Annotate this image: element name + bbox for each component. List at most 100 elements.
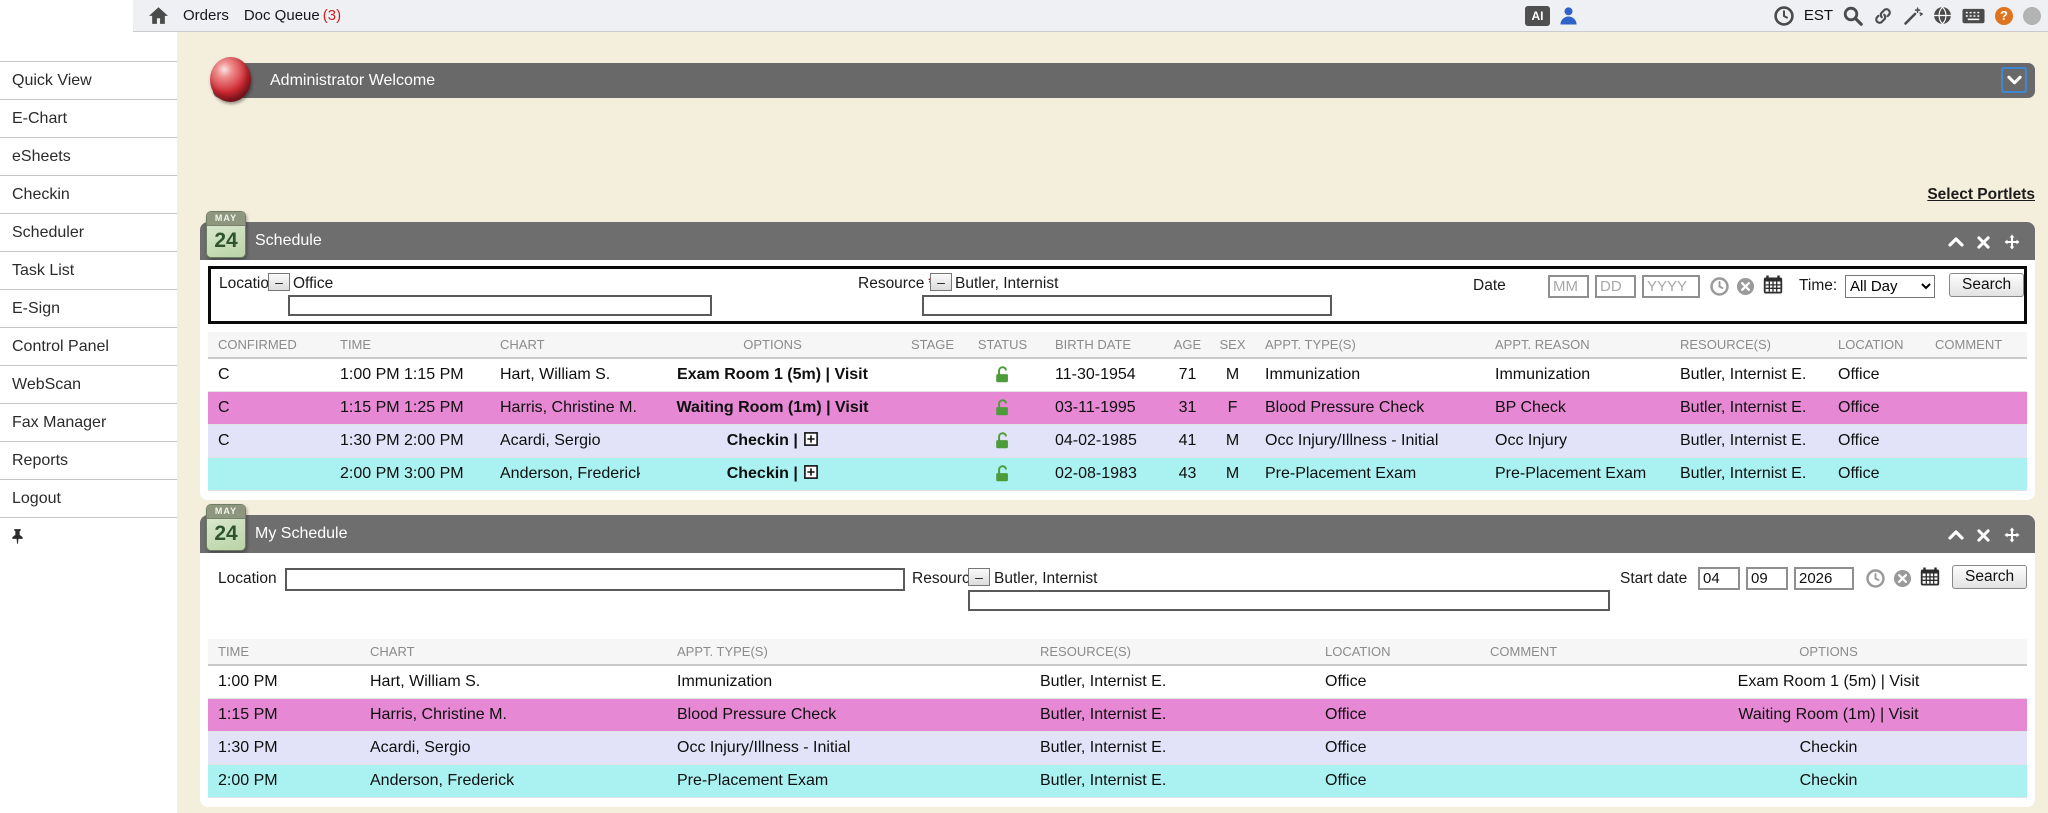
resource-collapse-button[interactable]: –: [968, 568, 990, 586]
cell-birth-date: 11-30-1954: [1045, 358, 1165, 391]
appointment-row[interactable]: 2:00 PM 3:00 PMAnderson, FrederickChecki…: [208, 457, 2027, 490]
options-link[interactable]: Exam Room 1 (5m) | Visit: [1738, 673, 1920, 690]
options-link[interactable]: Checkin: [1800, 772, 1858, 789]
close-icon[interactable]: [1977, 529, 1990, 542]
sidebar-item-reports[interactable]: Reports: [0, 441, 177, 479]
sidebar-item-fax-manager[interactable]: Fax Manager: [0, 403, 177, 441]
collapse-icon[interactable]: [1948, 237, 1964, 247]
pin-sidebar-button[interactable]: [0, 517, 177, 555]
column-header-comment: COMMENT: [1925, 332, 2027, 358]
sidebar-item-task-list[interactable]: Task List: [0, 251, 177, 289]
add-appointment-icon[interactable]: [804, 465, 818, 479]
welcome-banner: Administrator Welcome: [213, 63, 2035, 98]
time-picker-clock-icon[interactable]: [1866, 569, 1885, 588]
start-date-day-input[interactable]: [1746, 567, 1788, 590]
date-month-input[interactable]: [1548, 275, 1589, 298]
resource-input[interactable]: [922, 295, 1332, 316]
schedule-search-button[interactable]: Search: [1949, 273, 2024, 297]
calendar-picker-icon[interactable]: [1763, 275, 1783, 295]
resource-input[interactable]: [968, 590, 1610, 611]
sidebar-item-webscan[interactable]: WebScan: [0, 365, 177, 403]
cell-sex: F: [1210, 391, 1255, 424]
cell-appt-reason: Pre-Placement Exam: [1485, 457, 1670, 490]
unlock-icon: [994, 398, 1011, 417]
cell-time: 1:00 PM 1:15 PM: [330, 358, 490, 391]
sidebar-item-scheduler[interactable]: Scheduler: [0, 213, 177, 251]
sidebar-item-e-sign[interactable]: E-Sign: [0, 289, 177, 327]
location-input[interactable]: [288, 295, 712, 316]
cell-options: Exam Room 1 (5m) | Visit: [1630, 665, 2027, 698]
options-link[interactable]: Exam Room 1 (5m) | Visit: [677, 366, 868, 383]
clear-date-icon[interactable]: [1736, 277, 1755, 296]
location-input[interactable]: [285, 568, 905, 591]
cell-sex: M: [1210, 424, 1255, 457]
select-portlets-link[interactable]: Select Portlets: [1927, 186, 2035, 204]
clear-date-icon[interactable]: [1893, 569, 1912, 588]
schedule-portlet: MAY 24 Schedule Location – Office Resour…: [200, 222, 2035, 500]
person-icon[interactable]: [1559, 6, 1578, 25]
cell-time: 1:15 PM 1:25 PM: [330, 391, 490, 424]
calendar-date-icon: MAY 24: [206, 504, 246, 551]
sidebar-item-control-panel[interactable]: Control Panel: [0, 327, 177, 365]
wand-icon[interactable]: [1903, 6, 1923, 26]
clock-icon[interactable]: [1774, 6, 1794, 26]
appointment-row[interactable]: C1:15 PM 1:25 PMHarris, Christine M.Wait…: [208, 391, 2027, 424]
ai-assistant-button[interactable]: AI: [1525, 6, 1550, 26]
link-icon[interactable]: [1873, 6, 1893, 26]
move-icon[interactable]: [2003, 526, 2021, 544]
resource-collapse-button[interactable]: –: [930, 273, 952, 291]
cell-comment: [1925, 358, 2027, 391]
appointment-row[interactable]: 1:30 PMAcardi, SergioOcc Injury/Illness …: [208, 731, 2027, 764]
keyboard-icon[interactable]: [1962, 8, 1985, 24]
date-day-input[interactable]: [1595, 275, 1636, 298]
profile-circle-icon[interactable]: [2023, 7, 2041, 25]
close-icon[interactable]: [1977, 236, 1990, 249]
my-schedule-search-button[interactable]: Search: [1952, 565, 2027, 589]
cell-resources: Butler, Internist E.: [1670, 391, 1828, 424]
cell-chart: Anderson, Frederick: [490, 457, 640, 490]
start-date-month-input[interactable]: [1698, 567, 1740, 590]
appointment-row[interactable]: C1:00 PM 1:15 PMHart, William S.Exam Roo…: [208, 358, 2027, 391]
cell-birth-date: 03-11-1995: [1045, 391, 1165, 424]
sidebar-item-esheets[interactable]: eSheets: [0, 137, 177, 175]
sidebar-item-logout[interactable]: Logout: [0, 479, 177, 517]
appointment-row[interactable]: C1:30 PM 2:00 PMAcardi, SergioCheckin | …: [208, 424, 2027, 457]
welcome-collapse-button[interactable]: [2001, 67, 2027, 93]
options-link[interactable]: Checkin: [727, 465, 789, 482]
sidebar-item-quick-view[interactable]: Quick View: [0, 61, 177, 99]
cell-location: Office: [1315, 665, 1480, 698]
start-date-year-input[interactable]: [1794, 567, 1854, 590]
appointment-row[interactable]: 2:00 PMAnderson, FrederickPre-Placement …: [208, 764, 2027, 797]
nav-orders[interactable]: Orders: [183, 7, 229, 24]
move-icon[interactable]: [2003, 233, 2021, 251]
nav-doc-queue[interactable]: Doc Queue(3): [244, 7, 341, 24]
add-appointment-icon[interactable]: [804, 432, 818, 446]
time-picker-clock-icon[interactable]: [1710, 277, 1729, 296]
calendar-month: MAY: [207, 212, 245, 226]
cell-comment: [1480, 698, 1630, 731]
globe-icon[interactable]: [1933, 6, 1952, 25]
date-year-input[interactable]: [1642, 275, 1700, 298]
location-collapse-button[interactable]: –: [268, 273, 290, 291]
sidebar-item-checkin[interactable]: Checkin: [0, 175, 177, 213]
cell-comment: [1480, 764, 1630, 797]
appointment-row[interactable]: 1:15 PMHarris, Christine M.Blood Pressur…: [208, 698, 2027, 731]
help-icon[interactable]: ?: [1995, 7, 2013, 25]
collapse-icon[interactable]: [1948, 530, 1964, 540]
home-icon[interactable]: [149, 7, 168, 24]
options-link[interactable]: Waiting Room (1m) | Visit: [1738, 706, 1918, 723]
doc-queue-label: Doc Queue: [244, 7, 320, 24]
schedule-portlet-header: MAY 24 Schedule: [200, 222, 2035, 260]
time-select[interactable]: All Day: [1845, 275, 1935, 298]
options-link[interactable]: Checkin: [1800, 739, 1858, 756]
cell-age: 43: [1165, 457, 1210, 490]
sidebar-item-e-chart[interactable]: E-Chart: [0, 99, 177, 137]
cell-stage: [905, 391, 960, 424]
search-icon[interactable]: [1843, 6, 1863, 26]
cell-confirmed: C: [208, 424, 330, 457]
options-link[interactable]: Checkin: [727, 432, 789, 449]
start-date-label: Start date: [1620, 570, 1687, 588]
calendar-picker-icon[interactable]: [1920, 567, 1940, 587]
options-link[interactable]: Waiting Room (1m) | Visit: [676, 399, 868, 416]
appointment-row[interactable]: 1:00 PMHart, William S.ImmunizationButle…: [208, 665, 2027, 698]
